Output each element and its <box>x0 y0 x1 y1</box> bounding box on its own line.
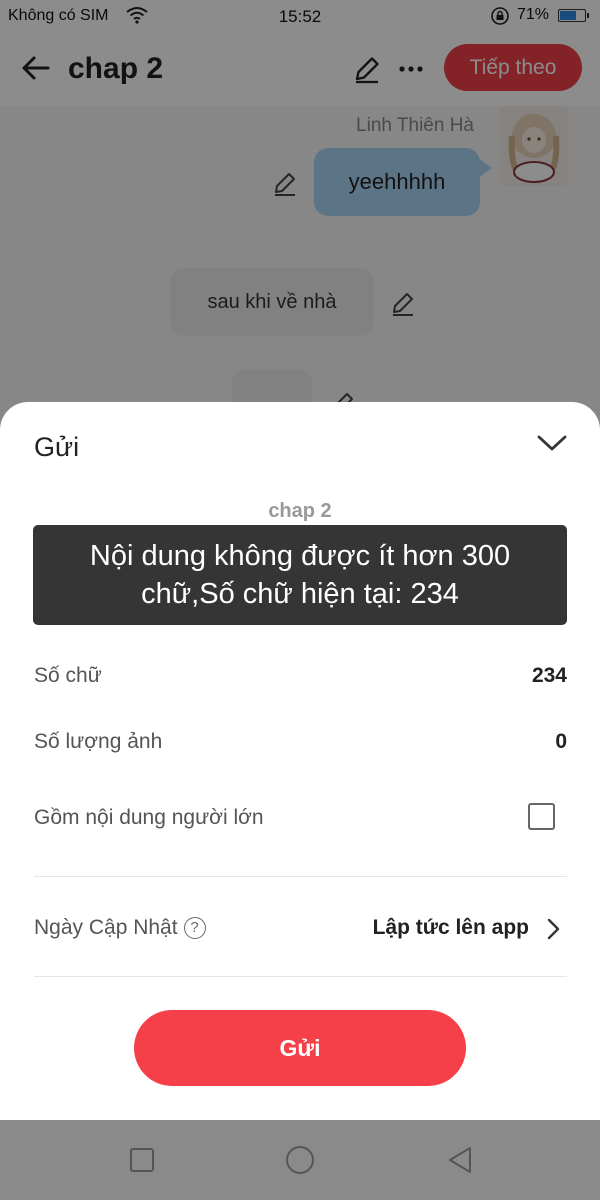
toast-message: Nội dung không được ít hơn 300 chữ,Số ch… <box>33 525 567 625</box>
image-count-row: Số lượng ảnh 0 <box>34 730 567 754</box>
update-date-value[interactable]: Lập tức lên app <box>373 916 529 940</box>
divider <box>34 976 567 977</box>
toast-line-2: chữ,Số chữ hiện tại: 234 <box>141 578 459 610</box>
nav-back-icon[interactable] <box>444 1144 476 1176</box>
send-button[interactable]: Gửi <box>134 1010 466 1086</box>
toast-line-1: Nội dung không được ít hơn 300 <box>89 540 511 572</box>
home-icon[interactable] <box>284 1144 316 1176</box>
word-count-row: Số chữ 234 <box>34 664 567 688</box>
divider <box>34 876 567 877</box>
adult-content-label: Gồm nội dung người lớn <box>34 806 264 829</box>
update-date-row[interactable]: Ngày Cập Nhật? Lập tức lên app <box>34 916 567 940</box>
chevron-right-icon[interactable] <box>543 916 563 942</box>
adult-content-checkbox[interactable] <box>528 803 555 830</box>
image-count-value: 0 <box>555 730 567 753</box>
update-date-label: Ngày Cập Nhật <box>34 916 178 939</box>
word-count-value: 234 <box>531 664 567 687</box>
image-count-label: Số lượng ảnh <box>34 730 163 753</box>
chevron-down-icon[interactable] <box>532 426 572 460</box>
sheet-title: Gửi <box>34 432 80 462</box>
help-icon[interactable]: ? <box>183 917 206 939</box>
system-nav-bar <box>0 1120 600 1200</box>
publish-sheet: Gửi chap 2 Số chữ 234 Số lượng ảnh 0 Gồm… <box>0 402 600 1120</box>
word-count-label: Số chữ <box>34 664 102 687</box>
chapter-name: chap 2 <box>268 500 332 522</box>
recent-apps-icon[interactable] <box>126 1144 158 1176</box>
adult-content-row[interactable]: Gồm nội dung người lớn <box>34 803 567 830</box>
